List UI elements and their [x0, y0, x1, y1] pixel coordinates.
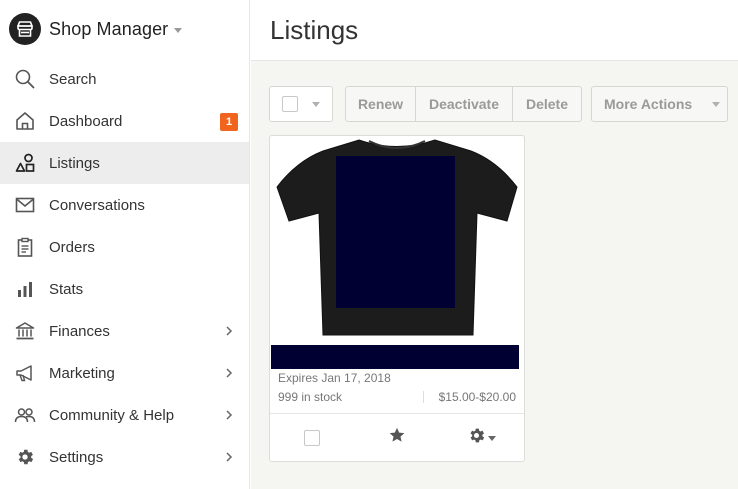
sidebar-item-listings[interactable]: Listings: [0, 142, 249, 184]
notification-badge: 1: [220, 113, 238, 131]
more-actions-dropdown[interactable]: More Actions: [591, 86, 728, 122]
main-content: Listings Renew Deactivate Delete More Ac…: [251, 0, 738, 489]
sidebar-item-label: Stats: [49, 280, 84, 298]
sidebar-item-label: Dashboard: [49, 112, 123, 130]
chevron-right-icon: [223, 409, 235, 421]
chevron-right-icon: [223, 325, 235, 337]
sidebar-item-conversations[interactable]: Conversations: [0, 184, 249, 226]
delete-button[interactable]: Delete: [513, 86, 582, 122]
listings-icon: [13, 151, 37, 175]
bank-icon: [13, 319, 37, 343]
listing-select-cell: [270, 429, 355, 446]
sidebar-nav: Search Dashboard 1 Listings Conversation…: [0, 58, 249, 478]
bar-chart-icon: [13, 277, 37, 301]
listing-checkbox[interactable]: [304, 429, 321, 446]
chevron-down-icon: [488, 436, 497, 441]
listing-stock: 999 in stock: [278, 390, 343, 404]
clipboard-icon: [13, 235, 37, 259]
sidebar-item-marketing[interactable]: Marketing: [0, 352, 249, 394]
listing-image[interactable]: [271, 137, 523, 343]
sidebar-item-settings[interactable]: Settings: [0, 436, 249, 478]
search-icon: [13, 67, 37, 91]
gear-icon: [13, 445, 37, 469]
page-title: Listings: [270, 14, 359, 45]
sidebar-item-label: Settings: [49, 448, 104, 466]
more-actions-label: More Actions: [604, 96, 693, 112]
sidebar-item-label: Orders: [49, 238, 95, 256]
listing-settings-dropdown[interactable]: [439, 426, 524, 450]
chevron-down-icon: [174, 27, 183, 33]
chevron-down-icon: [312, 101, 320, 107]
shop-manager-menu[interactable]: Shop Manager: [0, 0, 249, 58]
select-all-checkbox[interactable]: [282, 96, 298, 112]
page-header: Listings: [251, 0, 738, 61]
gear-icon: [467, 426, 486, 450]
chevron-right-icon: [223, 367, 235, 379]
sidebar-item-label: Community & Help: [49, 406, 175, 424]
feature-star-button[interactable]: [355, 426, 440, 449]
bulk-actions-toolbar: Renew Deactivate Delete More Actions: [269, 86, 728, 122]
listing-card-footer: [270, 413, 524, 461]
sidebar-item-label: Listings: [49, 154, 100, 172]
chevron-right-icon: [223, 451, 235, 463]
listing-card: Expires Jan 17, 2018 999 in stock $15.00…: [269, 135, 525, 462]
shop-logo-icon: [9, 13, 41, 45]
megaphone-icon: [13, 361, 37, 385]
sidebar: Shop Manager Search Dashboard 1 Listings: [0, 0, 250, 489]
sidebar-item-label: Finances: [49, 322, 110, 340]
listing-expiry: Expires Jan 17, 2018: [278, 371, 391, 385]
select-all-dropdown[interactable]: [269, 86, 333, 122]
action-button-group: Renew Deactivate Delete: [345, 86, 582, 122]
listing-price: $15.00-$20.00: [438, 390, 516, 404]
listing-title-redacted[interactable]: [271, 345, 519, 369]
divider: [423, 391, 424, 403]
chevron-down-icon: [712, 101, 721, 107]
renew-button[interactable]: Renew: [345, 86, 416, 122]
sidebar-item-finances[interactable]: Finances: [0, 310, 249, 352]
sidebar-item-stats[interactable]: Stats: [0, 268, 249, 310]
home-icon: [13, 109, 37, 133]
shop-name: Shop Manager: [49, 18, 169, 39]
sidebar-item-search[interactable]: Search: [0, 58, 249, 100]
sidebar-item-label: Conversations: [49, 196, 145, 214]
listing-settings-control: [467, 426, 497, 450]
deactivate-button[interactable]: Deactivate: [416, 86, 513, 122]
sidebar-item-community-help[interactable]: Community & Help: [0, 394, 249, 436]
people-icon: [13, 403, 37, 427]
sidebar-item-label: Search: [49, 70, 97, 88]
sidebar-item-orders[interactable]: Orders: [0, 226, 249, 268]
sidebar-item-dashboard[interactable]: Dashboard 1: [0, 100, 249, 142]
mail-icon: [13, 193, 37, 217]
star-icon: [388, 426, 406, 449]
sidebar-item-label: Marketing: [49, 364, 115, 382]
